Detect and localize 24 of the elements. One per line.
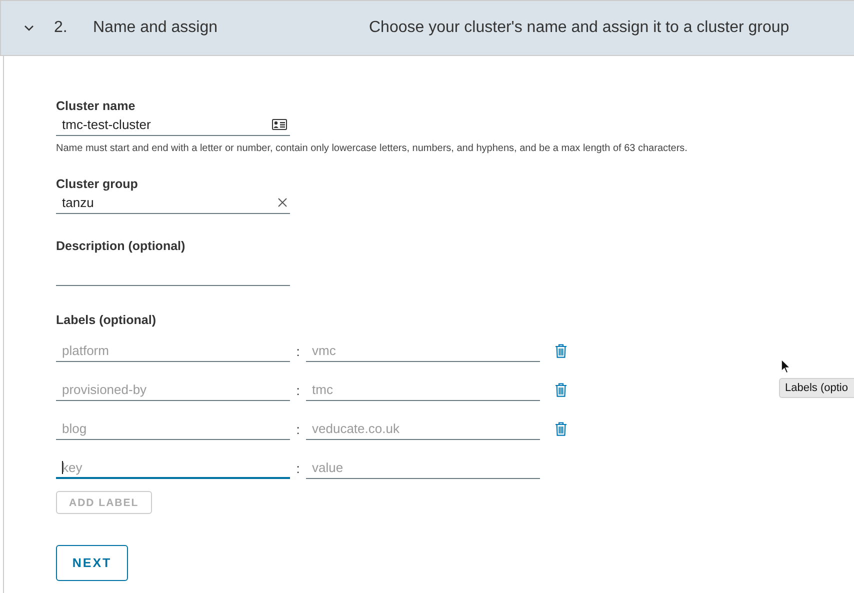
label-value-field[interactable]: value <box>306 457 540 479</box>
step-header[interactable]: 2. Name and assign Choose your cluster's name and assign it to a cluster group <box>0 0 854 56</box>
step-title: Name and assign <box>93 19 219 37</box>
step-description: Choose your cluster's name and assign it to a cluster group <box>369 19 790 37</box>
trash-icon[interactable] <box>555 344 567 358</box>
cluster-group-field[interactable]: tanzu <box>56 192 290 214</box>
id-card-icon <box>272 119 287 130</box>
separator-text: : <box>295 460 301 476</box>
tooltip: Labels (optio <box>779 378 854 398</box>
trash-icon[interactable] <box>555 422 567 436</box>
trash-icon[interactable] <box>555 383 567 397</box>
step-number: 2. <box>54 19 68 37</box>
field-label: Labels (optional) <box>56 312 156 328</box>
close-icon[interactable] <box>278 198 287 207</box>
field-label: Cluster group <box>56 176 138 192</box>
separator-text: : <box>295 422 301 436</box>
helper-text: Name must start and end with a letter or number, contain only lowercase letters, numbers, and hyphens, and be a max length of 63 characters. <box>56 143 688 154</box>
separator-text: : <box>295 344 301 358</box>
field-label: Description (optional) <box>56 238 186 254</box>
separator-text: : <box>295 382 301 398</box>
mouse-cursor-icon <box>781 359 791 374</box>
cluster-name-field[interactable]: tmc-test-cluster <box>56 114 290 136</box>
field-label: Cluster name <box>56 98 136 114</box>
next-button[interactable]: NEXT <box>56 545 128 581</box>
